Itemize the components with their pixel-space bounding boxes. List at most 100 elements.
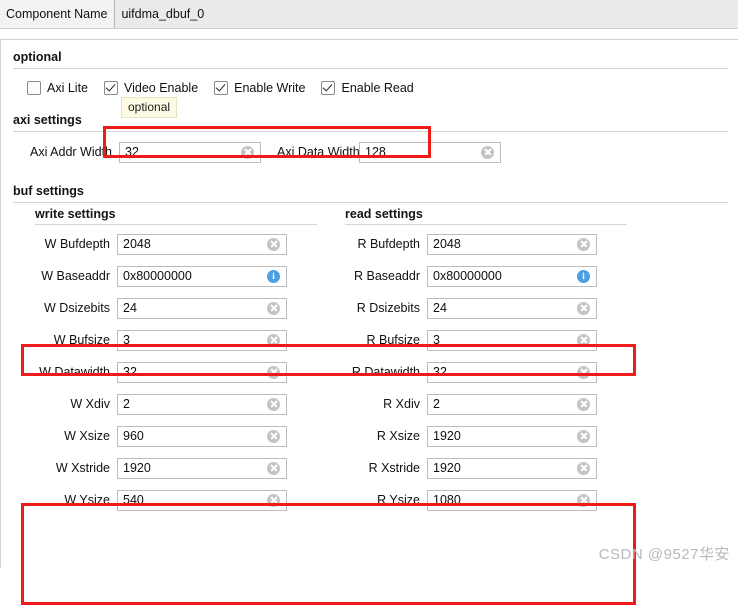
clear-icon[interactable] [577, 397, 590, 411]
info-icon[interactable]: i [267, 269, 280, 283]
enable-write-checkbox-box[interactable] [214, 81, 229, 95]
read-field-input[interactable]: 1920 [427, 457, 597, 479]
axi-addr-width-input[interactable]: 32 [119, 141, 261, 163]
video-enable-label: Video Enable [124, 81, 199, 95]
clear-icon[interactable] [267, 493, 280, 507]
buf-settings-title: buf settings [13, 184, 84, 198]
read-field-value: 1920 [433, 429, 461, 443]
axi-settings-row: Axi Addr Width 32 Axi Data Width 128 [1, 136, 738, 168]
write-field-label: W Bufdepth [44, 237, 110, 251]
read-field-input[interactable]: 2 [427, 393, 597, 415]
write-field-label: W Bufsize [53, 333, 110, 347]
write-field-row: W Ysize 540 [25, 484, 325, 516]
checkbox-enable-read[interactable]: Enable Read [321, 81, 414, 95]
clear-icon[interactable] [267, 365, 280, 379]
buf-settings-section: buf settings [1, 168, 738, 203]
optional-checkbox-row: Axi Lite Video Enable Enable Write Enabl… [1, 73, 738, 118]
read-field-label: R Xstride [368, 461, 420, 475]
axi-data-width-input[interactable]: 128 [359, 141, 501, 163]
read-settings-fields: R Bufdepth 2048 R Baseaddr 0x80000000 i R Dsi… [335, 228, 635, 516]
clear-icon[interactable] [267, 301, 280, 315]
checkbox-axi-lite[interactable]: Axi Lite [27, 81, 88, 95]
read-field-row: R Datawidth 32 [335, 356, 635, 388]
write-field-row: W Xdiv 2 [25, 388, 325, 420]
write-field-input[interactable]: 32 [117, 361, 287, 383]
clear-icon[interactable] [481, 145, 494, 159]
read-field-row: R Dsizebits 24 [335, 292, 635, 324]
read-field-input[interactable]: 1920 [427, 425, 597, 447]
write-field-row: W Xstride 1920 [25, 452, 325, 484]
clear-icon[interactable] [241, 145, 254, 159]
read-field-input[interactable]: 0x80000000 i [427, 265, 597, 287]
axi-addr-width-label: Axi Addr Width [30, 145, 112, 159]
video-enable-checkbox-box[interactable] [104, 81, 118, 95]
optional-section-rule [13, 68, 728, 69]
clear-icon[interactable] [577, 237, 590, 251]
read-field-row: R Bufdepth 2048 [335, 228, 635, 260]
read-field-value: 0x80000000 [433, 269, 502, 283]
read-field-input[interactable]: 32 [427, 361, 597, 383]
clear-icon[interactable] [577, 365, 590, 379]
write-settings-column: write settings W Bufdepth 2048 W Baseaddr 0… [25, 207, 325, 516]
checkbox-enable-write[interactable]: Enable Write [214, 81, 305, 95]
axi-lite-checkbox-box[interactable] [27, 81, 41, 95]
read-field-label: R Bufsize [366, 333, 421, 347]
read-field-label: R Dsizebits [356, 301, 420, 315]
optional-tooltip: optional [121, 97, 178, 118]
write-field-input[interactable]: 3 [117, 329, 287, 351]
read-field-value: 24 [433, 301, 447, 315]
write-field-value: 32 [123, 365, 137, 379]
clear-icon[interactable] [577, 493, 590, 507]
clear-icon[interactable] [577, 429, 590, 443]
read-field-label: R Bufdepth [357, 237, 420, 251]
read-field-input[interactable]: 24 [427, 297, 597, 319]
component-name-label: Component Name [6, 7, 108, 21]
clear-icon[interactable] [577, 333, 590, 347]
read-field-input[interactable]: 3 [427, 329, 597, 351]
read-field-value: 3 [433, 333, 440, 347]
write-field-value: 1920 [123, 461, 151, 475]
clear-icon[interactable] [267, 397, 280, 411]
write-field-input[interactable]: 24 [117, 297, 287, 319]
clear-icon[interactable] [267, 333, 280, 347]
checkbox-video-enable[interactable]: Video Enable [104, 81, 198, 95]
read-field-row: R Ysize 1080 [335, 484, 635, 516]
buf-settings-rule [13, 202, 728, 203]
size-highlight [21, 503, 636, 605]
write-field-row: W Xsize 960 [25, 420, 325, 452]
axi-settings-section: axi settings [1, 103, 738, 132]
read-field-value: 2 [433, 397, 440, 411]
write-field-input[interactable]: 0x80000000 i [117, 265, 287, 287]
read-field-value: 1080 [433, 493, 461, 507]
axi-settings-rule [13, 131, 728, 132]
clear-icon[interactable] [267, 461, 280, 475]
clear-icon[interactable] [267, 237, 280, 251]
write-field-input[interactable]: 1920 [117, 457, 287, 479]
component-name-input[interactable]: uifdma_dbuf_0 [114, 0, 738, 28]
buf-settings-columns: write settings W Bufdepth 2048 W Baseaddr 0… [1, 207, 738, 516]
write-field-input[interactable]: 2 [117, 393, 287, 415]
info-icon[interactable]: i [577, 269, 590, 283]
read-field-value: 32 [433, 365, 447, 379]
write-field-label: W Xsize [64, 429, 110, 443]
write-field-value: 2 [123, 397, 130, 411]
write-field-input[interactable]: 960 [117, 425, 287, 447]
settings-panel: optional Axi Lite Video Enable Enable Wr… [0, 40, 738, 605]
write-field-label: W Baseaddr [41, 269, 110, 283]
write-field-input[interactable]: 540 [117, 489, 287, 511]
axi-addr-width-value: 32 [125, 145, 139, 159]
read-field-input[interactable]: 2048 [427, 233, 597, 255]
read-field-label: R Datawidth [351, 365, 420, 379]
write-field-label: W Xstride [55, 461, 110, 475]
read-field-label: R Baseaddr [353, 269, 420, 283]
read-settings-title: read settings [345, 207, 423, 221]
write-field-input[interactable]: 2048 [117, 233, 287, 255]
write-field-label: W Ysize [64, 493, 110, 507]
enable-read-checkbox-box[interactable] [321, 81, 336, 95]
clear-icon[interactable] [267, 429, 280, 443]
read-field-input[interactable]: 1080 [427, 489, 597, 511]
read-field-row: R Baseaddr 0x80000000 i [335, 260, 635, 292]
clear-icon[interactable] [577, 461, 590, 475]
clear-icon[interactable] [577, 301, 590, 315]
read-settings-column: read settings R Bufdepth 2048 R Baseaddr 0x… [335, 207, 635, 516]
